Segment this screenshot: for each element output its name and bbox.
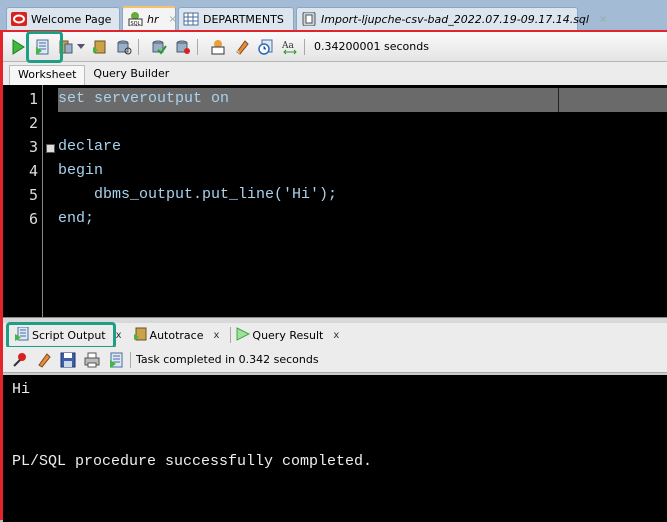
output-toolbar: Task completed in 0.342 seconds (3, 347, 667, 373)
code-line: begin (58, 162, 104, 179)
highlight-script-output (6, 322, 116, 349)
output-line: PL/SQL procedure successfully completed. (12, 453, 373, 470)
close-icon[interactable]: × (169, 14, 177, 25)
script-output-panel[interactable]: Hi PL/SQL procedure successfully complet… (3, 373, 667, 522)
chevron-down-icon[interactable] (77, 40, 85, 53)
execution-time: 0.34200001 seconds (314, 40, 429, 53)
sql-file-icon (301, 11, 317, 27)
autotrace-icon (133, 327, 148, 344)
explain-plan-button[interactable] (91, 38, 109, 56)
format-case-button[interactable]: Aa (281, 38, 299, 56)
line-number: 6 (28, 210, 38, 228)
tab-label: DEPARTMENTS (203, 12, 284, 26)
sql-editor[interactable]: 1 2 3 4 5 6 set serveroutput on declare … (3, 85, 667, 317)
svg-text:Aa: Aa (282, 41, 294, 51)
code-line: set serveroutput on (58, 90, 230, 107)
document-tab-bar: Welcome Page × SQL hr × DEPARTMENTS × Im… (0, 0, 667, 30)
worksheet-subtabs: Worksheet Query Builder (3, 63, 667, 85)
tab-label: Autotrace (149, 328, 204, 342)
toolbar-divider (197, 38, 198, 55)
tab-import-sql[interactable]: Import-ljupche-csv-bad_2022.07.19-09.17.… (296, 7, 607, 30)
line-number: 5 (28, 186, 38, 204)
tab-label: Import-ljupche-csv-bad_2022.07.19-09.17.… (321, 12, 589, 26)
tab-label: hr (147, 12, 159, 26)
pin-icon[interactable] (11, 351, 29, 369)
table-grid-icon (183, 12, 199, 26)
code-line: dbms_output.put_line('Hi'); (58, 186, 338, 203)
tab-welcome-page[interactable]: Welcome Page × (6, 7, 130, 30)
tab-autotrace[interactable]: Autotrace x (128, 324, 226, 346)
tab-worksheet[interactable]: Worksheet (9, 65, 86, 85)
tab-departments[interactable]: DEPARTMENTS × (178, 7, 302, 30)
sql-history-button[interactable] (257, 38, 275, 56)
worksheet-frame: Aa 0.34200001 seconds Worksheet Query Bu… (0, 30, 667, 522)
oracle-logo-icon (11, 12, 27, 26)
line-number: 4 (28, 162, 38, 180)
toolbar-divider (138, 38, 139, 55)
sql-connection-icon: SQL (127, 12, 143, 27)
close-icon[interactable]: x (213, 330, 219, 341)
sql-tuning-button[interactable] (209, 38, 227, 56)
run-script-icon[interactable] (107, 351, 125, 369)
tab-divider (230, 327, 232, 343)
rollback-button[interactable] (174, 38, 192, 56)
autotrace-button[interactable] (115, 38, 133, 56)
tab-label: Query Result (252, 328, 324, 342)
run-statement-button[interactable] (9, 38, 27, 56)
save-icon[interactable] (59, 351, 77, 369)
tab-query-builder[interactable]: Query Builder (85, 65, 177, 85)
margin-line (558, 88, 559, 112)
play-icon (236, 326, 251, 344)
highlight-run-script (26, 31, 63, 63)
toolbar-divider (130, 351, 131, 368)
clear-eraser-button[interactable] (233, 38, 251, 56)
output-line: Hi (12, 381, 31, 398)
code-line: end; (58, 210, 95, 227)
print-icon[interactable] (83, 351, 101, 369)
line-number: 1 (28, 90, 38, 108)
fold-collapse-icon[interactable] (46, 144, 55, 153)
worksheet-toolbar: Aa 0.34200001 seconds (3, 32, 667, 62)
tab-query-result[interactable]: Query Result x (236, 324, 345, 346)
line-number: 2 (28, 114, 38, 132)
svg-text:SQL: SQL (131, 21, 141, 26)
close-icon[interactable]: × (599, 14, 607, 25)
line-number: 3 (28, 138, 38, 156)
code-line: declare (58, 138, 122, 155)
clear-eraser-button[interactable] (35, 351, 53, 369)
commit-button[interactable] (150, 38, 168, 56)
tab-label: Welcome Page (31, 12, 112, 26)
task-status: Task completed in 0.342 seconds (136, 353, 319, 366)
toolbar-divider (304, 38, 305, 55)
close-icon[interactable]: x (116, 330, 122, 341)
tab-hr[interactable]: SQL hr × (122, 6, 177, 30)
line-number-gutter: 1 2 3 4 5 6 (3, 85, 43, 317)
close-icon[interactable]: x (333, 330, 339, 341)
